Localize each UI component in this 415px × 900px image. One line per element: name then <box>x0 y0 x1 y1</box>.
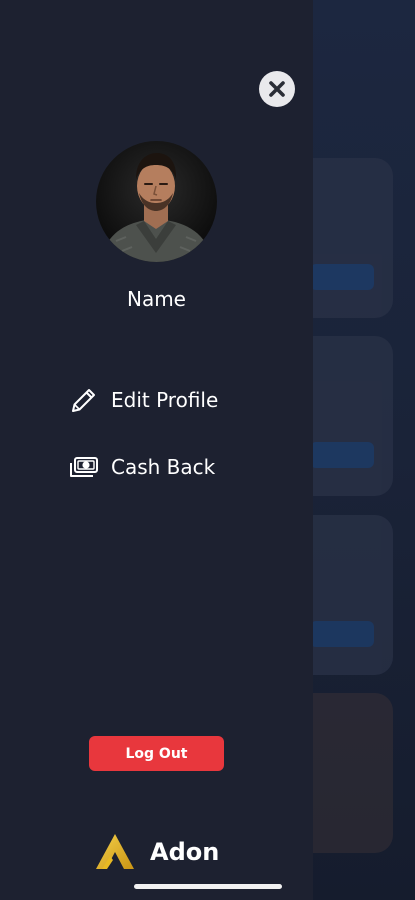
brand: Adon <box>94 830 219 874</box>
profile-photo <box>96 141 217 262</box>
cash-icon <box>68 451 100 483</box>
brand-name: Adon <box>150 838 220 866</box>
adon-logo-icon <box>96 834 134 869</box>
background-card-button <box>310 442 374 468</box>
menu-item-label: Cash Back <box>111 455 216 479</box>
background-card-button <box>310 264 374 290</box>
menu-item-edit-profile[interactable]: Edit Profile <box>68 384 218 416</box>
pencil-icon <box>68 384 100 416</box>
menu-item-label: Edit Profile <box>111 388 219 412</box>
menu-item-cash-back[interactable]: Cash Back <box>68 451 215 483</box>
screen: Name Edit Profile Cash Back Log Out Adon <box>0 0 415 900</box>
close-icon <box>269 81 285 97</box>
background-card-button <box>310 621 374 647</box>
logout-button[interactable]: Log Out <box>89 736 224 771</box>
home-indicator <box>134 884 282 889</box>
profile-name: Name <box>126 287 186 311</box>
close-button[interactable] <box>259 71 295 107</box>
side-drawer: Name Edit Profile Cash Back Log Out Adon <box>0 0 313 900</box>
avatar <box>96 141 217 262</box>
